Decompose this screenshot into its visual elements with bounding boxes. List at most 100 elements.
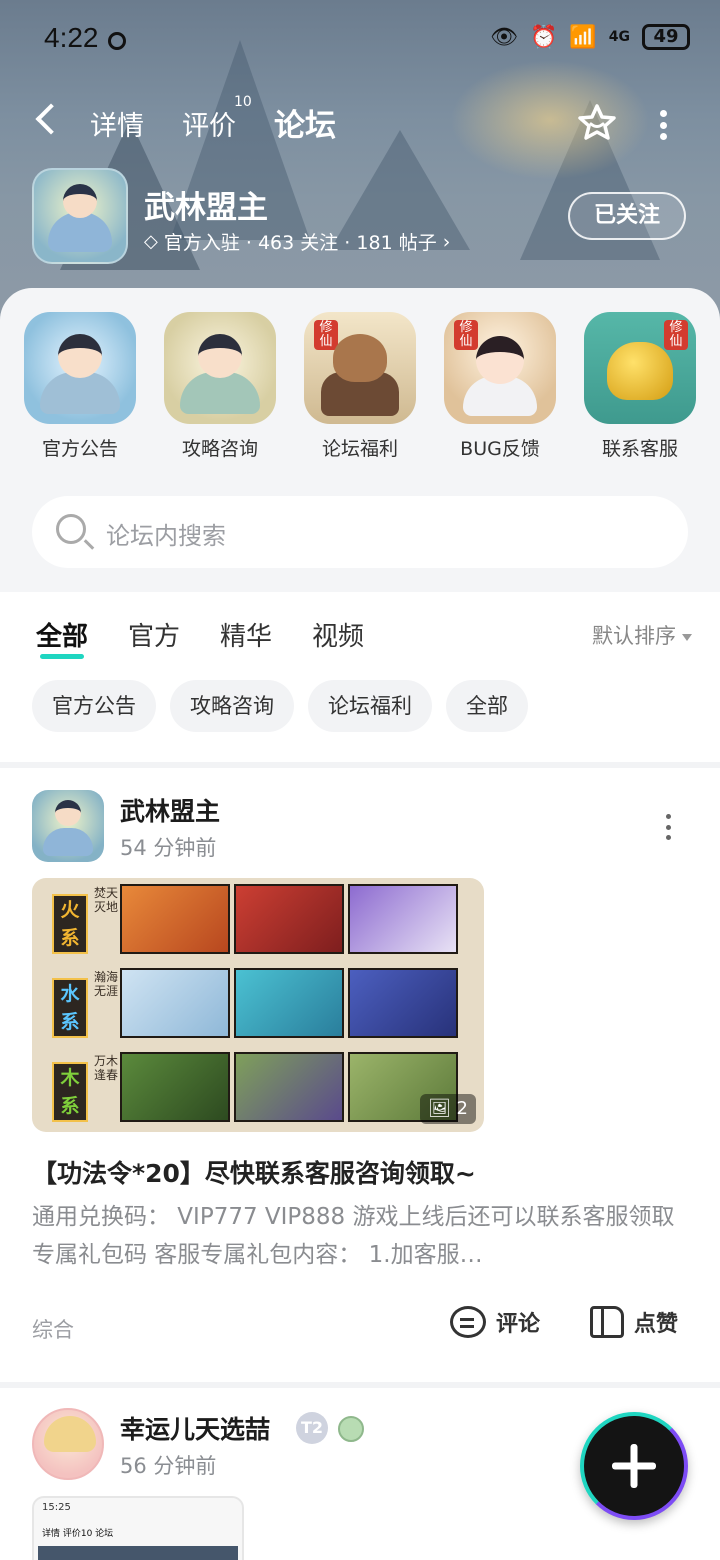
post-more-icon[interactable] [666, 814, 672, 840]
chip-row: 官方公告 攻略咨询 论坛福利 全部 [32, 680, 528, 732]
cauldron-icon [607, 342, 673, 400]
category-contact-support[interactable]: 修仙 联系客服 [584, 312, 696, 461]
post-image[interactable]: 15:25 详情 评价10 论坛 [32, 1496, 244, 1560]
xiu-badge-icon: 修仙 [664, 320, 688, 350]
level-badge-icon: T2 [296, 1412, 328, 1444]
tab-forum[interactable]: 论坛 [274, 100, 336, 145]
category-label: BUG反馈 [460, 438, 540, 460]
category-forum-benefits[interactable]: 修仙 论坛福利 [304, 312, 416, 461]
element-label-water: 水系 [52, 978, 88, 1038]
game-meta-text: 官方入驻 · 463 关注 · 181 帖子 [163, 232, 437, 254]
post-time: 56 分钟前 [120, 1454, 217, 1478]
search-placeholder: 论坛内搜索 [106, 522, 226, 550]
more-options-icon[interactable] [658, 110, 668, 140]
image-count: 2 [456, 1098, 468, 1119]
post-author[interactable]: 武林盟主 [120, 792, 220, 828]
battery-icon: 49 [642, 24, 690, 50]
post-image[interactable]: 火系 焚天灭地 水系 瀚海无涯 木系 万木逢春 🖼 2 [32, 878, 484, 1132]
diamond-icon: ◇ [144, 231, 158, 252]
chip-all[interactable]: 全部 [446, 680, 528, 732]
image-icon: 🖼 [427, 1098, 457, 1119]
creature-cell [120, 968, 230, 1038]
post-title[interactable]: 【功法令*20】尽快联系客服咨询领取~ [32, 1154, 476, 1190]
image-count-badge: 🖼 2 [419, 1094, 476, 1124]
xiu-badge-icon: 修仙 [454, 320, 478, 350]
chevron-right-icon: › [442, 230, 451, 253]
forum-top-section: 官方公告 攻略咨询 修仙 论坛福利 修仙 BUG反馈 修仙 联系客服 论坛内搜索 [0, 288, 720, 592]
filter-tab-official[interactable]: 官方 [128, 616, 180, 653]
wifi-icon: 📶 [569, 24, 597, 50]
category-label: 论坛福利 [321, 438, 398, 460]
element-subtitle: 瀚海无涯 [94, 970, 119, 998]
comment-button[interactable]: 评论 [450, 1306, 540, 1338]
filter-bar: 全部 官方 精华 视频 默认排序 官方公告 攻略咨询 论坛福利 全部 [0, 592, 720, 762]
filter-tabs: 全部 官方 精华 视频 [36, 616, 364, 659]
element-label-wood: 木系 [52, 1062, 88, 1122]
category-icon: 修仙 [584, 312, 696, 424]
chip-forum-benefits[interactable]: 论坛福利 [308, 680, 432, 732]
search-input[interactable]: 论坛内搜索 [32, 496, 688, 568]
game-stats[interactable]: ◇ 官方入驻 · 463 关注 · 181 帖子 › [144, 228, 450, 255]
xiu-badge-icon: 修仙 [314, 320, 338, 350]
category-label: 攻略咨询 [181, 438, 258, 460]
back-arrow-icon[interactable] [35, 103, 67, 135]
game-header: 武林盟主 ◇ 官方入驻 · 463 关注 · 181 帖子 › 已关注 [32, 168, 692, 268]
game-icon[interactable] [32, 168, 128, 264]
category-icon [164, 312, 276, 424]
alarm-icon: ⏰ [529, 24, 558, 50]
creature-cell [348, 884, 458, 954]
post-author[interactable]: 幸运儿天选喆 [120, 1410, 270, 1446]
post-excerpt[interactable]: 通用兑换码： VIP777 VIP888 游戏上线后还可以联系客服领取专属礼包码… [32, 1198, 692, 1274]
record-icon [108, 32, 126, 50]
post-card[interactable]: 武林盟主 54 分钟前 火系 焚天灭地 水系 瀚海无涯 木系 万木逢春 🖼 2 … [0, 768, 720, 1382]
category-icon [24, 312, 136, 424]
eye-icon: 👁 [490, 24, 518, 50]
element-subtitle: 焚天灭地 [94, 886, 119, 914]
medal-icon [338, 1416, 364, 1442]
comment-icon [450, 1306, 486, 1338]
comment-label: 评论 [496, 1312, 541, 1337]
post-time: 54 分钟前 [120, 836, 217, 860]
review-count-badge: 10 [234, 94, 252, 110]
category-guide-consult[interactable]: 攻略咨询 [164, 312, 276, 461]
category-bug-feedback[interactable]: 修仙 BUG反馈 [444, 312, 556, 461]
category-row: 官方公告 攻略咨询 修仙 论坛福利 修仙 BUG反馈 修仙 联系客服 [24, 312, 696, 461]
element-label-fire: 火系 [52, 894, 88, 954]
tab-review[interactable]: 评价 10 [182, 94, 252, 143]
game-title: 武林盟主 [144, 190, 268, 226]
chip-official-announcement[interactable]: 官方公告 [32, 680, 156, 732]
screen: 4:22 👁 ⏰ 📶 4G 49 详情 评价 10 论坛 武林盟主 ◇ 官方入驻 … [0, 0, 720, 1560]
network-label: 4G [608, 29, 630, 45]
status-time: 4:22 [44, 22, 99, 53]
filter-tab-featured[interactable]: 精华 [220, 616, 272, 653]
thumbs-up-icon [590, 1306, 624, 1338]
creature-cell [120, 1052, 230, 1122]
tab-detail[interactable]: 详情 [90, 104, 144, 143]
filter-tab-all[interactable]: 全部 [36, 616, 88, 659]
category-label: 官方公告 [41, 438, 118, 460]
creature-cell [234, 968, 344, 1038]
category-label: 联系客服 [601, 438, 678, 460]
avatar[interactable] [32, 790, 104, 862]
thumb-nav-text: 详情 评价10 论坛 [42, 1529, 114, 1539]
like-button[interactable]: 点赞 [590, 1306, 678, 1338]
status-icons: 👁 ⏰ 📶 4G 49 [490, 24, 690, 50]
search-icon [56, 514, 86, 544]
like-label: 点赞 [634, 1312, 679, 1337]
follow-button[interactable]: 已关注 [568, 192, 686, 240]
avatar[interactable] [32, 1408, 104, 1480]
favorite-star-icon[interactable] [576, 102, 618, 144]
chip-guide-consult[interactable]: 攻略咨询 [170, 680, 294, 732]
element-subtitle: 万木逢春 [94, 1054, 119, 1082]
creature-cell [348, 968, 458, 1038]
creature-cell [234, 1052, 344, 1122]
category-icon: 修仙 [444, 312, 556, 424]
category-icon: 修仙 [304, 312, 416, 424]
category-official-announcement[interactable]: 官方公告 [24, 312, 136, 461]
tab-review-label: 评价 [182, 111, 236, 142]
filter-tab-video[interactable]: 视频 [312, 616, 364, 653]
sort-dropdown[interactable]: 默认排序 [592, 620, 692, 650]
post-category-tag[interactable]: 综合 [32, 1314, 74, 1344]
create-post-button[interactable] [580, 1412, 688, 1520]
thumb-status-time: 15:25 [42, 1502, 71, 1513]
